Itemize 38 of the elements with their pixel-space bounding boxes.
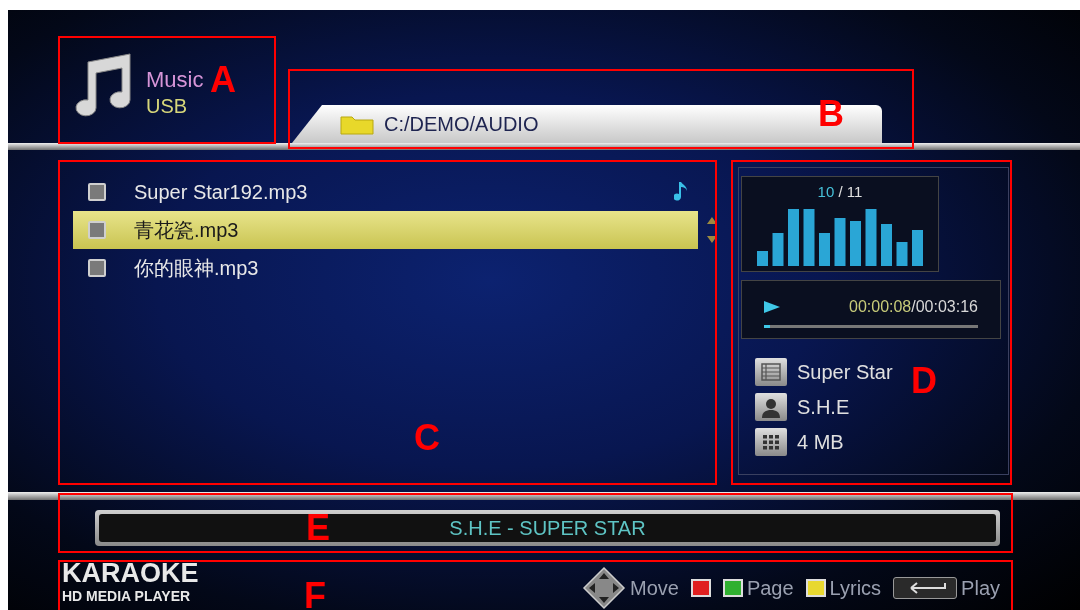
brand-name: KARAOKE [62, 559, 199, 587]
brand-subtitle: HD MEDIA PLAYER [62, 588, 192, 603]
folder-icon [340, 113, 374, 135]
checkbox-icon [88, 183, 106, 201]
annotation-letter: C [414, 420, 440, 456]
file-row[interactable]: Super Star192.mp3 [73, 173, 700, 211]
play-icon [764, 301, 780, 313]
hint-label: Lyrics [829, 576, 882, 601]
scroll-arrows-icon [706, 216, 718, 244]
section-title: Music [146, 66, 204, 94]
annotation-letter: A [210, 62, 236, 98]
total-time: /00:03:16 [911, 297, 978, 317]
file-row[interactable]: 青花瓷.mp3 [73, 211, 699, 249]
source-label: USB [146, 93, 189, 119]
file-name: Super Star192.mp3 [134, 180, 309, 205]
file-name: 青花瓷.mp3 [134, 218, 240, 243]
list-icon [755, 358, 787, 386]
annotation-letter: F [304, 578, 326, 610]
person-icon [755, 393, 787, 421]
grid-icon [755, 428, 787, 456]
hint-label: Play [961, 576, 1000, 601]
checkbox-icon [88, 221, 106, 239]
checkbox-icon [88, 259, 106, 277]
track-info: 4 MB [797, 430, 844, 455]
now-playing-title: S.H.E - SUPER STAR [449, 516, 646, 541]
hint-label: Move [630, 576, 679, 601]
track-counter: 10 / 11 [817, 182, 863, 202]
elapsed-time: 00:00:08 [849, 297, 912, 317]
annotation-letter: D [911, 363, 937, 399]
track-info: S.H.E [797, 395, 850, 420]
file-name: 你的眼神.mp3 [134, 256, 260, 281]
hint-label: Page [746, 576, 794, 601]
track-info: Super Star [797, 360, 893, 385]
folder-path: C:/DEMO/AUDIO [384, 112, 539, 137]
annotation-letter: B [818, 96, 844, 132]
dpad-icon [582, 566, 626, 610]
annotation-letter: E [306, 510, 330, 546]
file-row[interactable]: 你的眼神.mp3 [73, 249, 700, 287]
